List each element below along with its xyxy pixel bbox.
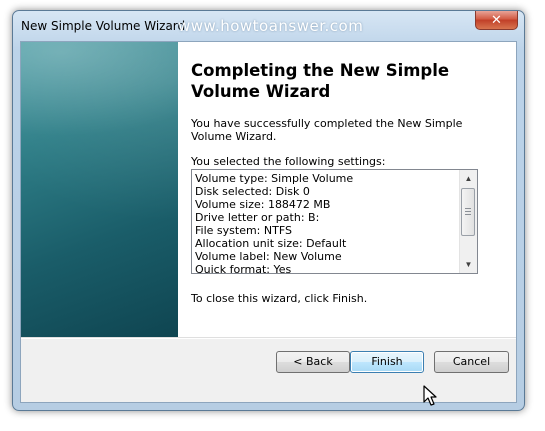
finish-button[interactable]: Finish (350, 351, 424, 373)
page-title: Completing the New Simple Volume Wizard (191, 61, 450, 101)
success-message: You have successfully completed the New … (191, 117, 463, 143)
settings-list: Volume type: Simple Volume Disk selected… (195, 172, 459, 274)
up-arrow-icon: ▲ (464, 174, 473, 183)
wizard-window: New Simple Volume Wizard www.howtoanswer… (12, 10, 525, 411)
list-item: File system: NTFS (195, 224, 292, 237)
footer-divider (21, 337, 516, 339)
wizard-content: Completing the New Simple Volume Wizard … (178, 42, 516, 337)
wizard-sidebar-banner (21, 42, 178, 337)
close-icon: ✕ (491, 12, 502, 28)
list-item: Volume label: New Volume (195, 250, 342, 263)
list-item: Volume size: 188472 MB (195, 198, 331, 211)
settings-listbox[interactable]: Volume type: Simple Volume Disk selected… (191, 169, 478, 274)
close-button[interactable]: ✕ (475, 11, 518, 30)
scroll-down-button[interactable]: ▼ (460, 256, 477, 273)
mouse-pointer-icon (423, 385, 437, 406)
wizard-body: Completing the New Simple Volume Wizard … (20, 41, 517, 403)
list-item: Volume type: Simple Volume (195, 172, 354, 185)
list-item: Quick format: Yes (195, 263, 292, 274)
list-item: Allocation unit size: Default (195, 237, 347, 250)
list-item: Disk selected: Disk 0 (195, 185, 310, 198)
close-instruction: To close this wizard, click Finish. (191, 292, 368, 305)
grip-icon (465, 208, 471, 217)
title-bar[interactable]: New Simple Volume Wizard www.howtoanswer… (13, 11, 524, 41)
scroll-up-button[interactable]: ▲ (460, 170, 477, 187)
scroll-thumb[interactable] (461, 188, 475, 236)
window-title: New Simple Volume Wizard (21, 19, 186, 33)
cancel-button[interactable]: Cancel (434, 351, 509, 373)
vertical-scrollbar[interactable]: ▲ ▼ (459, 170, 477, 273)
list-item: Drive letter or path: B: (195, 211, 320, 224)
down-arrow-icon: ▼ (464, 260, 473, 269)
watermark-text: www.howtoanswer.com (178, 17, 364, 35)
back-button[interactable]: < Back (276, 351, 350, 373)
settings-label: You selected the following settings: (191, 155, 386, 168)
